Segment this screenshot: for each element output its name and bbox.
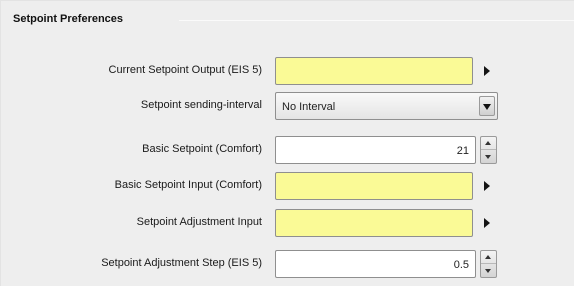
row-setpoint-adjustment-step: Setpoint Adjustment Step (EIS 5) 0.5 (1, 250, 574, 278)
setpoint-adjustment-input-field[interactable] (275, 209, 473, 237)
chevron-down-icon[interactable] (479, 96, 495, 116)
row-setpoint-adjustment-input: Setpoint Adjustment Input (1, 209, 574, 237)
setpoint-preferences-panel: Setpoint Preferences Current Setpoint Ou… (0, 0, 574, 286)
spinner-up-icon[interactable] (481, 251, 496, 264)
group-title: Setpoint Preferences (13, 13, 124, 25)
label-setpoint-sending-interval: Setpoint sending-interval (140, 99, 262, 111)
label-basic-setpoint-comfort: Basic Setpoint (Comfort) (142, 143, 262, 155)
spinner-down-icon[interactable] (481, 264, 496, 277)
basic-setpoint-value: 21 (456, 145, 469, 157)
label-setpoint-adjustment-step: Setpoint Adjustment Step (EIS 5) (101, 257, 262, 269)
setpoint-sending-interval-dropdown[interactable]: No Interval (275, 92, 498, 120)
basic-setpoint-comfort-input[interactable]: 21 (275, 136, 476, 164)
label-basic-setpoint-input-comfort: Basic Setpoint Input (Comfort) (114, 179, 262, 191)
label-current-setpoint-output: Current Setpoint Output (EIS 5) (108, 64, 262, 76)
setpoint-adjustment-step-spinner[interactable] (480, 250, 497, 278)
label-setpoint-adjustment-input: Setpoint Adjustment Input (136, 216, 262, 228)
row-basic-setpoint-comfort: Basic Setpoint (Comfort) 21 (1, 136, 574, 164)
current-setpoint-output-field[interactable] (275, 57, 473, 85)
setpoint-adjustment-step-value: 0.5 (453, 259, 469, 271)
basic-setpoint-input-comfort-field[interactable] (275, 172, 473, 200)
row-basic-setpoint-input-comfort: Basic Setpoint Input (Comfort) (1, 172, 574, 200)
dropdown-selected-value: No Interval (282, 101, 336, 113)
basic-setpoint-spinner[interactable] (480, 136, 497, 164)
spinner-up-icon[interactable] (481, 137, 496, 150)
setpoint-adjustment-step-input[interactable]: 0.5 (275, 250, 476, 278)
row-setpoint-sending-interval: Setpoint sending-interval No Interval (1, 92, 574, 120)
spinner-down-icon[interactable] (481, 150, 496, 163)
arrow-right-icon[interactable] (482, 217, 492, 229)
row-current-setpoint-output: Current Setpoint Output (EIS 5) (1, 57, 574, 85)
arrow-right-icon[interactable] (482, 65, 492, 77)
group-divider (179, 20, 574, 21)
arrow-right-icon[interactable] (482, 180, 492, 192)
